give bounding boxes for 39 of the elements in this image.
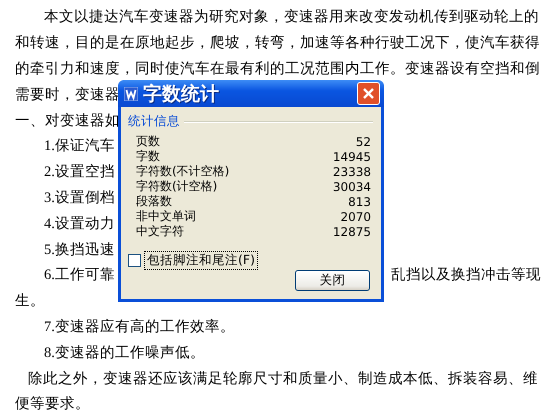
stat-label: 字符数(计空格): [136, 178, 218, 195]
document-text: 1.保证汽车: [44, 137, 115, 156]
stat-value: 2070: [340, 210, 371, 224]
checkbox-label[interactable]: 包括脚注和尾注(F): [144, 251, 258, 270]
document-text: 的牵引力和速度，同时使汽车在最有利的工况范围内工作。变速器设有空挡和倒: [15, 60, 540, 78]
document-text: 8.变速器的工作噪声低。: [44, 344, 205, 362]
stat-label: 段落数: [136, 193, 172, 210]
stat-value: 23338: [332, 164, 371, 178]
stat-label: 中文字符: [136, 223, 184, 240]
stat-label: 字数: [136, 148, 160, 164]
document-text: 便等要求。: [15, 395, 90, 414]
document-text: 一、对变速器如: [15, 112, 120, 130]
document-text: 和转速，目的是在原地起步，爬坡，转弯，加速等各种行驶工况下，使汽车获得: [15, 34, 540, 52]
document-text: 除此之外，变速器还应该满足轮廓尺寸和质量小、制造成本低、拆装容易、维: [28, 370, 538, 388]
stat-value: 813: [348, 194, 371, 208]
document-text: 乱挡以及换挡冲击等现: [391, 266, 541, 284]
stat-value: 52: [356, 134, 371, 148]
stat-value: 30034: [332, 180, 371, 194]
window-title: 字数统计: [143, 82, 220, 106]
group-label: 统计信息: [128, 113, 180, 130]
document-text: 7.变速器应有高的工作效率。: [44, 318, 235, 336]
document-text: 需要时，变速器: [15, 86, 120, 104]
document-text: 3.设置倒档: [44, 188, 115, 207]
document-text: 2.设置空挡: [44, 163, 115, 182]
close-button[interactable]: 关闭: [295, 270, 370, 291]
close-icon: [362, 87, 375, 100]
stat-value: 12875: [332, 224, 371, 238]
document-text: 4.设置动力: [44, 214, 115, 233]
document-text: 本文以捷达汽车变速器为研究对象，变速器用来改变发动机传到驱动轮上的: [44, 8, 539, 26]
document-text: 5.换挡迅速: [44, 240, 115, 259]
stat-value: 14945: [332, 150, 371, 164]
stat-label: 字符数(不计空格): [136, 163, 230, 180]
document-text: 6.工作可靠: [44, 266, 115, 284]
app-icon: [124, 86, 138, 100]
close-button[interactable]: [357, 82, 380, 105]
stat-label: 非中文单词: [136, 208, 196, 224]
stat-label: 页数: [136, 133, 160, 150]
checkbox[interactable]: [128, 254, 141, 267]
document-text: 生。: [15, 292, 45, 310]
